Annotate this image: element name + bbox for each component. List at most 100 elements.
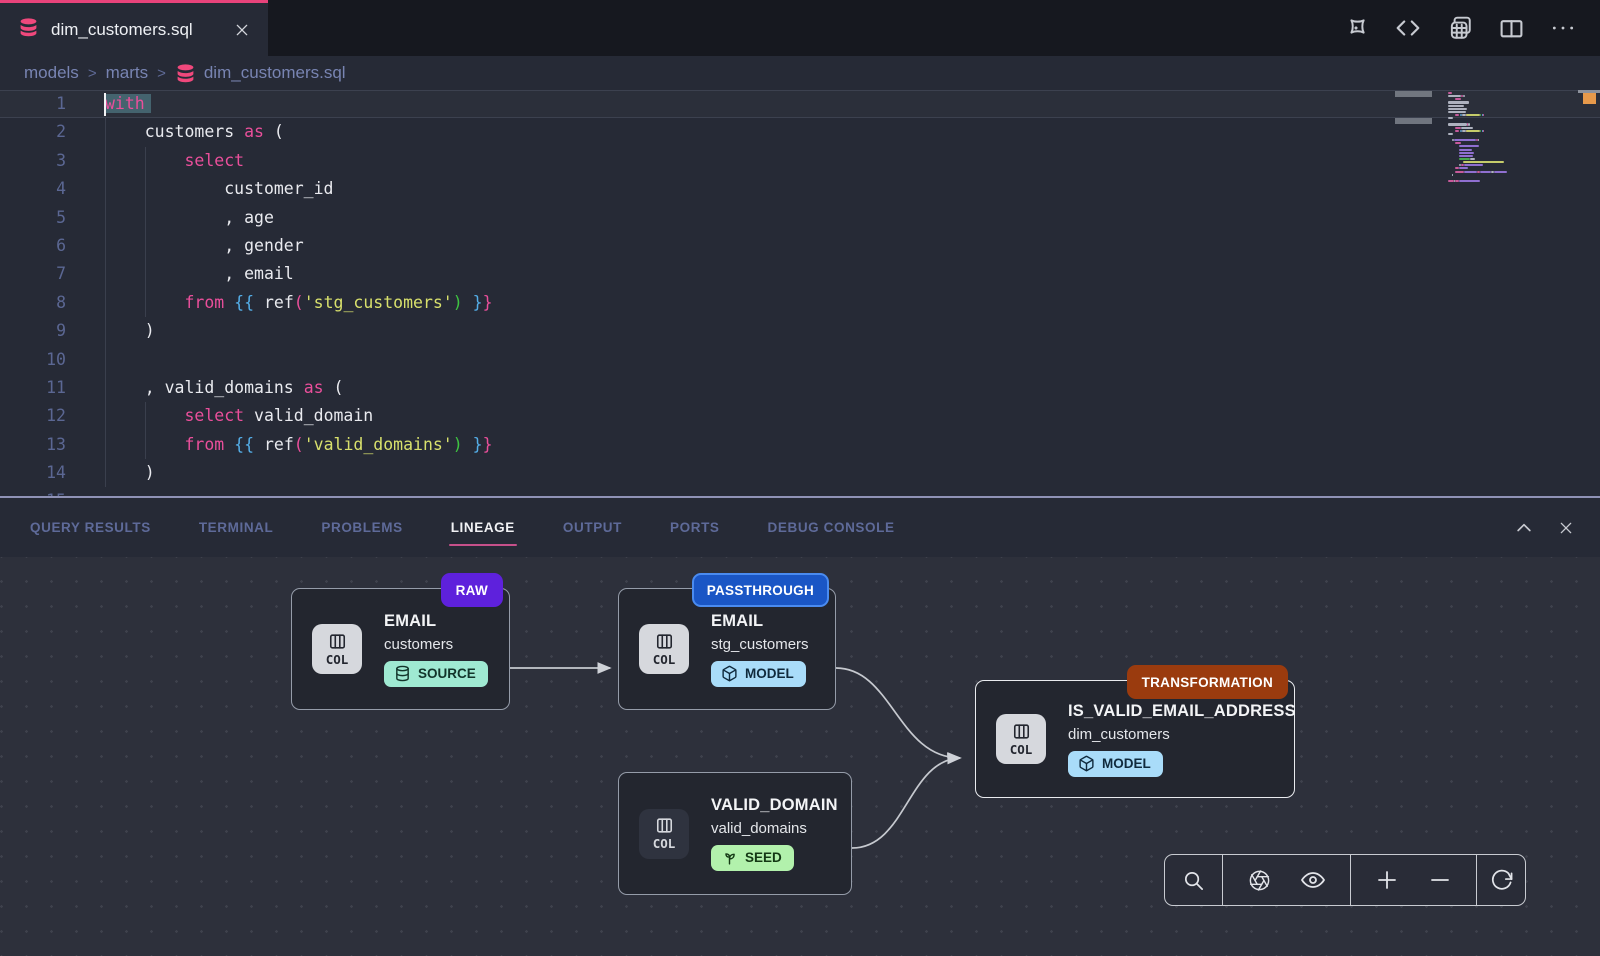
lineage-canvas[interactable]: RAW COL EMAIL customers SOURCE PASSTHROU… [0, 557, 1600, 956]
cube-icon [1078, 755, 1095, 772]
lineage-node-customers[interactable]: RAW COL EMAIL customers SOURCE [291, 588, 510, 710]
tab-label: dim_customers.sql [51, 20, 222, 40]
editor-actions [1343, 0, 1600, 56]
text-cursor [104, 93, 106, 116]
cube-icon [721, 665, 738, 682]
column-icon: COL [996, 714, 1046, 764]
line-number: 11 [0, 374, 66, 402]
node-type-chip: MODEL [711, 661, 806, 687]
lineage-node-valid_domains[interactable]: COL VALID_DOMAIN valid_domains SEED [618, 772, 852, 895]
database-solid-icon [175, 63, 196, 84]
breadcrumb-separator: > [157, 65, 166, 82]
node-model-name: dim_customers [1068, 726, 1296, 743]
code-line-6[interactable]: 6 , gender [0, 232, 1600, 260]
code-line-15[interactable]: 15 [0, 487, 1600, 496]
code-button[interactable] [1395, 15, 1421, 41]
node-column-name: EMAIL [711, 612, 809, 631]
line-number: 3 [0, 147, 66, 175]
panel-tab-problems[interactable]: PROBLEMS [321, 520, 402, 535]
panel-tab-output[interactable]: OUTPUT [563, 520, 622, 535]
lineage-aperture-button[interactable] [1242, 863, 1277, 898]
line-number: 10 [0, 346, 66, 374]
node-column-name: IS_VALID_EMAIL_ADDRESS [1068, 702, 1296, 721]
minimap[interactable] [1448, 92, 1558, 183]
tab-dim-customers[interactable]: dim_customers.sql [0, 0, 268, 56]
minimap-selection-marker [1395, 91, 1432, 97]
indent-guide [105, 118, 106, 487]
database-line-icon [394, 665, 411, 682]
tab-close-icon[interactable] [234, 22, 250, 38]
breadcrumb-item[interactable]: marts [106, 63, 149, 83]
column-icon: COL [639, 624, 689, 674]
sprout-icon [721, 849, 738, 866]
line-number: 13 [0, 431, 66, 459]
lineage-plus-button[interactable] [1369, 862, 1405, 898]
code-editor[interactable]: 1with2 customers as (3 select4 customer_… [0, 90, 1600, 496]
dbt-logo-button[interactable] [1343, 15, 1369, 41]
code-line-1[interactable]: 1with [0, 90, 1600, 118]
column-icon: COL [312, 624, 362, 674]
code-line-11[interactable]: 11 , valid_domains as ( [0, 374, 1600, 402]
line-number: 5 [0, 204, 66, 232]
panel-tab-terminal[interactable]: TERMINAL [199, 520, 274, 535]
breadcrumb-item[interactable]: models [24, 63, 79, 83]
split-editor-button[interactable] [1499, 16, 1524, 41]
node-model-name: valid_domains [711, 820, 838, 837]
node-type-chip: SOURCE [384, 661, 488, 687]
editor-tab-bar: dim_customers.sql [0, 0, 1600, 56]
database-icon [18, 17, 39, 43]
code-line-14[interactable]: 14 ) [0, 459, 1600, 487]
panel-actions [1514, 518, 1574, 538]
node-type-chip: SEED [711, 845, 794, 871]
ruler-selection-marker [1583, 93, 1596, 104]
line-number: 6 [0, 232, 66, 260]
code-line-4[interactable]: 4 customer_id [0, 175, 1600, 203]
code-line-3[interactable]: 3 select [0, 147, 1600, 175]
line-number: 9 [0, 317, 66, 345]
breadcrumb-item[interactable]: dim_customers.sql [175, 63, 346, 84]
lineage-search-button[interactable] [1176, 863, 1211, 898]
code-line-12[interactable]: 12 select valid_domain [0, 402, 1600, 430]
minimap-selection-marker [1395, 118, 1432, 124]
code-line-2[interactable]: 2 customers as ( [0, 118, 1600, 146]
panel-tab-lineage[interactable]: LINEAGE [451, 520, 515, 535]
code-line-7[interactable]: 7 , email [0, 260, 1600, 288]
bottom-panel-tabs: QUERY RESULTS TERMINAL PROBLEMS LINEAGE OUTP… [0, 496, 1600, 557]
indent-guide [145, 402, 146, 459]
lineage-node-stg_customers[interactable]: PASSTHROUGH COL EMAIL stg_customers MODE… [618, 588, 836, 710]
node-column-name: EMAIL [384, 612, 488, 631]
panel-tab-debug-console[interactable]: DEBUG CONSOLE [768, 520, 895, 535]
lineage-node-badge: PASSTHROUGH [692, 573, 829, 607]
lineage-minus-button[interactable] [1422, 862, 1458, 898]
line-number: 8 [0, 289, 66, 317]
breadcrumb: models>marts>dim_customers.sql [0, 56, 1600, 90]
line-number: 2 [0, 118, 66, 146]
panel-tab-query-results[interactable]: QUERY RESULTS [30, 520, 151, 535]
code-line-13[interactable]: 13 from {{ ref('valid_domains') }} [0, 431, 1600, 459]
code-line-10[interactable]: 10 [0, 346, 1600, 374]
line-number: 15 [0, 487, 66, 496]
code-line-8[interactable]: 8 from {{ ref('stg_customers') }} [0, 289, 1600, 317]
more-button[interactable] [1550, 15, 1576, 41]
duplicate-table-button[interactable] [1447, 15, 1473, 41]
lineage-refresh-button[interactable] [1484, 863, 1519, 898]
code-line-9[interactable]: 9 ) [0, 317, 1600, 345]
lineage-node-dim_customers[interactable]: TRANSFORMATION COL IS_VALID_EMAIL_ADDRES… [975, 680, 1295, 798]
overview-ruler[interactable] [1578, 90, 1600, 496]
node-model-name: customers [384, 636, 488, 653]
lineage-node-badge: TRANSFORMATION [1127, 665, 1288, 699]
node-type-chip: MODEL [1068, 751, 1163, 777]
app-window: dim_customers.sql models>marts>dim_custo… [0, 0, 1600, 956]
code-line-5[interactable]: 5 , age [0, 204, 1600, 232]
line-number: 7 [0, 260, 66, 288]
panel-close-button[interactable] [1558, 520, 1574, 536]
line-number: 12 [0, 402, 66, 430]
indent-guide [145, 147, 146, 317]
panel-tab-ports[interactable]: PORTS [670, 520, 720, 535]
line-number: 4 [0, 175, 66, 203]
panel-chevron-up-button[interactable] [1514, 518, 1534, 538]
lineage-eye-button[interactable] [1295, 862, 1331, 898]
node-column-name: VALID_DOMAIN [711, 796, 838, 815]
node-model-name: stg_customers [711, 636, 809, 653]
lineage-toolbar [1164, 854, 1526, 906]
